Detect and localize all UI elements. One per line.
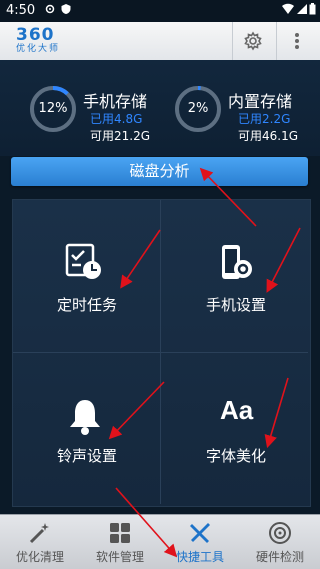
tool-label: 定时任务 — [56, 296, 117, 314]
disk-analysis-button[interactable]: 磁盘分析 — [11, 157, 308, 186]
signal-icon — [297, 4, 307, 14]
bell-icon — [70, 400, 100, 435]
magic-wand-icon — [29, 523, 49, 544]
tab-software-manage[interactable]: 软件管理 — [80, 515, 160, 569]
tools-icon — [190, 523, 210, 543]
hardware-check-icon — [269, 522, 291, 544]
tab-hardware-check[interactable]: 硬件检测 — [240, 515, 320, 569]
tab-optimize-clean[interactable]: 优化清理 — [0, 515, 80, 569]
settings-button[interactable] — [232, 22, 273, 60]
battery-icon — [309, 3, 316, 15]
apps-grid-icon — [110, 523, 130, 543]
tab-label: 软件管理 — [95, 550, 144, 564]
bottom-nav: 优化清理 软件管理 快捷工具 硬件检测 — [0, 514, 320, 569]
internal-storage-ring: 2% — [173, 84, 223, 134]
phone-storage-free: 可用21.2G — [90, 129, 151, 143]
internal-storage-title: 内置存储 — [228, 92, 293, 111]
internal-storage-used: 已用2.2G — [238, 112, 291, 126]
status-time: 4:50 — [6, 3, 36, 18]
tab-label: 快捷工具 — [175, 550, 224, 564]
grid-divider-horizontal — [13, 352, 308, 353]
tool-label: 手机设置 — [205, 296, 266, 314]
font-aa-icon: Aa — [220, 395, 254, 425]
tool-phone-settings[interactable]: 手机设置 — [162, 200, 310, 352]
phone-settings-icon — [222, 245, 252, 279]
tool-label: 铃声设置 — [56, 447, 117, 465]
app-logo: 360 优化大师 — [16, 26, 86, 56]
tool-scheduled-task[interactable]: 定时任务 — [13, 200, 161, 352]
tab-quick-tools[interactable]: 快捷工具 — [160, 515, 240, 569]
logo-number: 360 — [16, 25, 55, 45]
internal-storage-percent: 2% — [187, 101, 209, 116]
storage-panel: 12% 手机存储 已用4.8G 可用21.2G 2% 内置存储 已用2.2G 可… — [0, 60, 320, 156]
shield-status-icon — [61, 4, 71, 14]
phone-storage-percent: 12% — [38, 101, 68, 116]
tool-ringtone-settings[interactable]: 铃声设置 — [13, 353, 161, 505]
gear-icon — [244, 31, 262, 51]
more-vertical-icon — [295, 33, 299, 49]
tools-grid: 定时任务 手机设置 铃声设置 Aa 字体美化 — [12, 199, 311, 507]
tab-label: 优化清理 — [15, 550, 64, 564]
scheduled-task-icon — [65, 243, 101, 279]
tool-label: 字体美化 — [205, 447, 266, 465]
logo-subtitle: 优化大师 — [16, 44, 61, 54]
phone-storage-ring: 12% — [28, 84, 78, 134]
internal-storage-free: 可用46.1G — [238, 129, 299, 143]
tab-label: 硬件检测 — [255, 550, 304, 564]
status-bar: 4:50 — [0, 0, 320, 22]
settings-status-icon — [45, 4, 55, 14]
app-header: 360 优化大师 — [0, 22, 320, 61]
more-menu-button[interactable] — [276, 22, 317, 60]
phone-storage-title: 手机存储 — [83, 92, 148, 111]
wifi-icon — [282, 3, 294, 14]
phone-storage-used: 已用4.8G — [90, 112, 143, 126]
tool-font-beautify[interactable]: Aa 字体美化 — [162, 353, 310, 505]
